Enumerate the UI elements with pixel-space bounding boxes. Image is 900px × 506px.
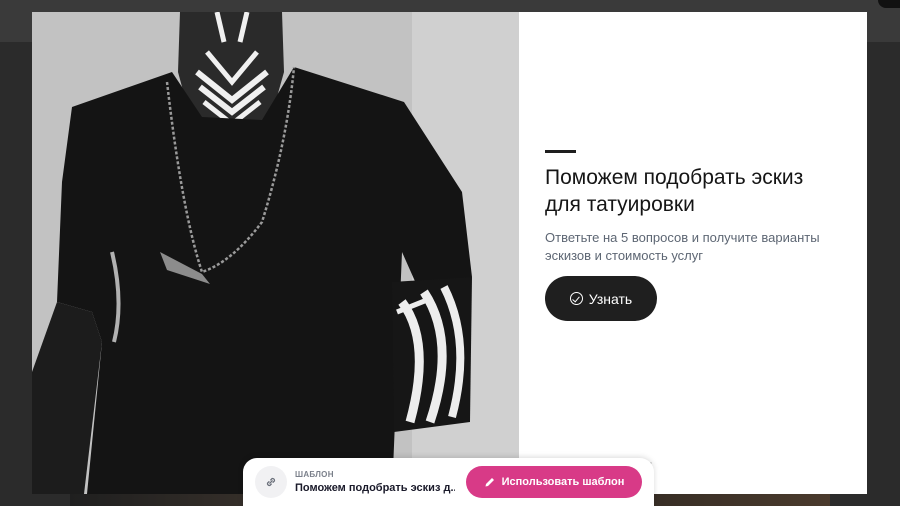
- popup-subtitle: Ответьте на 5 вопросов и получите вариан…: [545, 230, 820, 263]
- template-name: Поможем подобрать эскиз д...: [295, 482, 455, 494]
- use-template-button[interactable]: Использовать шаблон: [466, 466, 642, 498]
- template-bar: ШАБЛОН Поможем подобрать эскиз д... Испо…: [243, 458, 654, 506]
- link-icon: [266, 477, 276, 487]
- popup-modal: Поможем подобрать эскиз для татуировки О…: [32, 12, 867, 494]
- learn-more-label: Узнать: [588, 290, 633, 307]
- accent-line: [545, 150, 576, 153]
- use-template-label: Использовать шаблон: [501, 476, 625, 488]
- copy-link-button[interactable]: [255, 466, 287, 498]
- backdrop-corner: [878, 0, 900, 8]
- template-label: ШАБЛОН: [295, 470, 334, 479]
- tattoo-model-photo: [32, 12, 519, 494]
- popup-title: Поможем подобрать эскиз для татуировки: [545, 166, 804, 216]
- check-circle-icon: [569, 292, 583, 305]
- popup-content: Поможем подобрать эскиз для татуировки О…: [519, 12, 867, 494]
- learn-more-button[interactable]: Узнать: [545, 276, 657, 321]
- photo-illustration: [32, 12, 519, 494]
- pencil-icon: [485, 478, 494, 487]
- template-info: ШАБЛОН Поможем подобрать эскиз д...: [295, 470, 455, 494]
